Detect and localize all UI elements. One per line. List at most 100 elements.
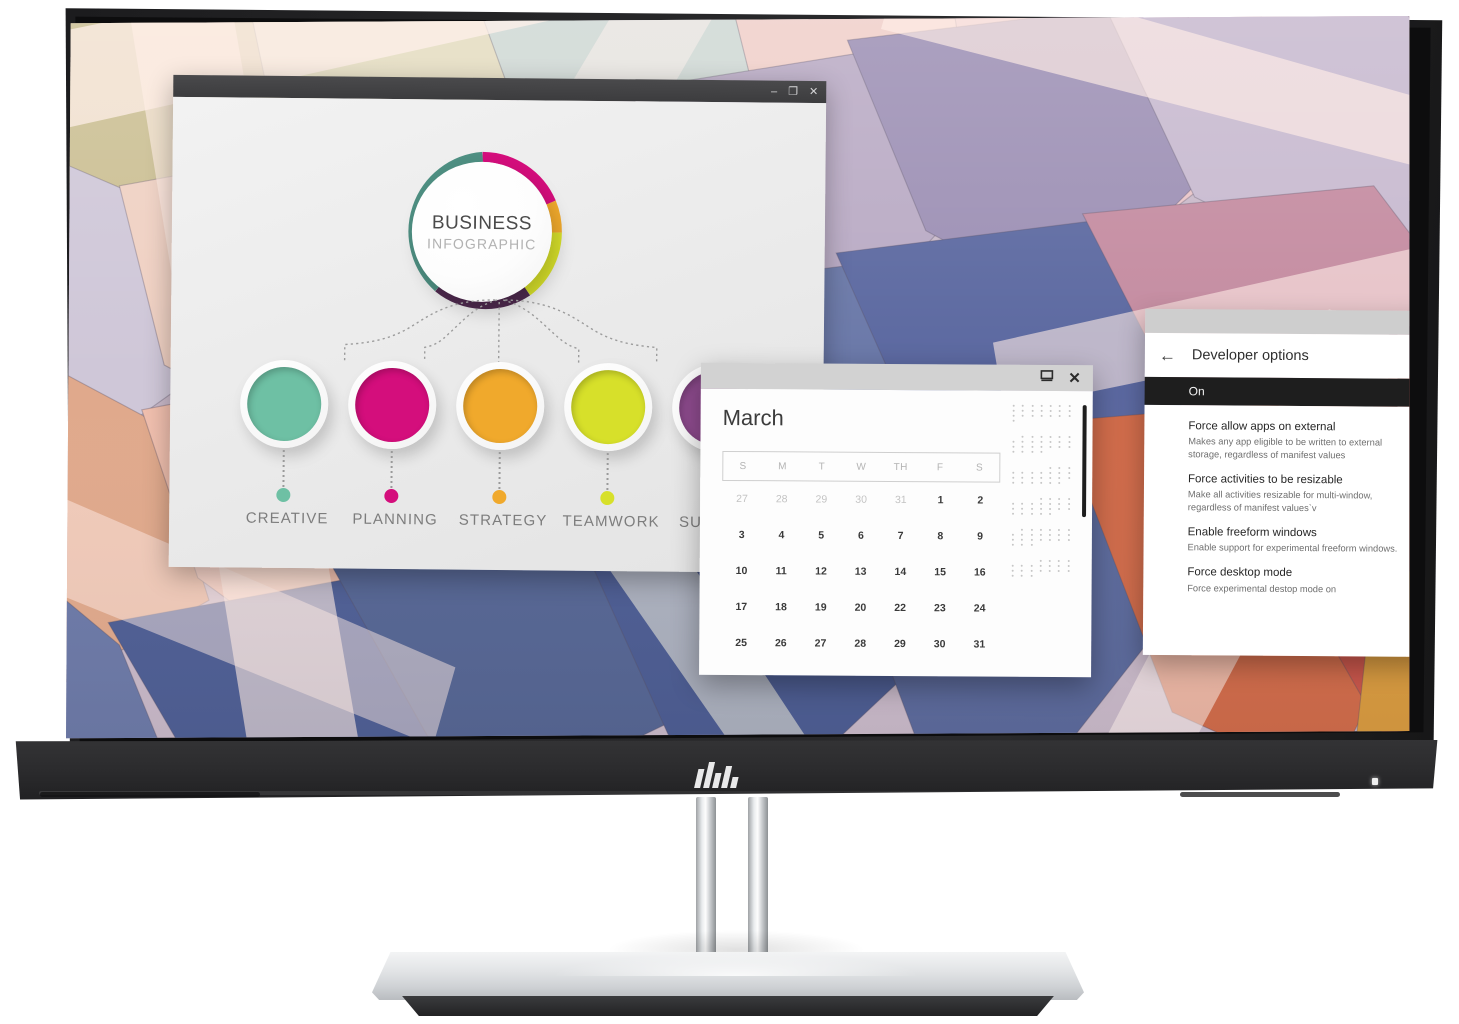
node-dot — [492, 489, 507, 505]
developer-master-toggle-banner[interactable]: On — [1144, 376, 1410, 408]
node-disc-outer — [563, 362, 653, 452]
calendar-day-cell[interactable]: 19 — [801, 601, 841, 614]
infographic-center-ring: BUSINESS INFOGRAPHIC — [397, 147, 567, 317]
dot-pattern-block — [1012, 404, 1075, 422]
node-stem — [390, 450, 393, 491]
node-disc — [354, 367, 430, 443]
calendar-day-cell[interactable]: 20 — [841, 602, 881, 614]
calendar-day-cell[interactable]: 14 — [880, 566, 920, 578]
developer-setting-row[interactable]: Force desktop mode Force experimental des… — [1143, 559, 1409, 602]
calendar-day-cell[interactable]: 15 — [920, 566, 960, 578]
calendar-day-cell[interactable]: 2 — [960, 494, 1000, 506]
minimize-icon[interactable]: – — [771, 85, 777, 97]
calendar-day-cell[interactable]: 30 — [920, 638, 960, 650]
infographic-subtitle: INFOGRAPHIC — [427, 234, 537, 252]
node-dot — [384, 488, 399, 504]
hp-monitor: – ❐ ✕ BUSINESS INFOGRAPHIC CREATIVE PLAN… — [0, 0, 1459, 800]
setting-summary: Make all activities resizable for multi-… — [1187, 489, 1373, 513]
calendar-day-cell[interactable]: 25 — [721, 637, 761, 649]
calendar-day-cell[interactable]: 13 — [841, 566, 881, 578]
calendar-weekday-header: S M T W TH F S — [722, 450, 1001, 483]
calendar-week-row: 17 18 19 20 22 23 24 — [721, 589, 999, 627]
node-stem — [498, 452, 501, 493]
close-icon[interactable]: ✕ — [1068, 369, 1081, 387]
back-arrow-icon[interactable]: ← — [1159, 346, 1176, 365]
calendar-day-cell[interactable]: 23 — [920, 602, 960, 614]
infographic-node-planning[interactable]: PLANNING — [347, 360, 445, 528]
infographic-hub: BUSINESS INFOGRAPHIC — [411, 161, 553, 303]
setting-text: Force activities to be resizable Make all… — [1187, 472, 1410, 514]
calendar-day-cell[interactable]: 28 — [762, 493, 802, 505]
calendar-day-cell[interactable]: 6 — [841, 530, 881, 542]
calendar-day-cell[interactable]: 9 — [960, 530, 1000, 542]
calendar-day-cell[interactable]: 31 — [881, 494, 921, 506]
setting-title: Enable freeform windows — [1187, 526, 1317, 539]
calendar-body: March S M T W TH F S 27 28 29 30 31 1 2 3 4 5 6 7 8 9 10 11 12… — [699, 388, 1093, 678]
calendar-day-cell[interactable]: 28 — [840, 638, 880, 650]
calendar-window[interactable]: ✕ March S M T W TH F S 27 28 29 30 31 1 2 3 4 5 6 7 8 9 10 11… — [699, 362, 1093, 678]
master-state-label: On — [1188, 384, 1205, 399]
calendar-week-row: 3456789 — [722, 517, 1000, 555]
calendar-day-cell[interactable]: 16 — [960, 566, 1000, 578]
developer-options-window[interactable]: ✕ ← Developer options On Force allow app… — [1142, 308, 1410, 658]
dot-pattern-block — [1011, 559, 1074, 577]
node-dot — [276, 487, 291, 503]
calendar-day-cell[interactable]: 18 — [761, 601, 801, 613]
calendar-day-cell[interactable]: 30 — [841, 494, 881, 506]
decorative-dot-patterns — [1011, 404, 1075, 591]
calendar-day-cell[interactable]: 10 — [722, 565, 762, 577]
maximize-icon[interactable]: ❐ — [788, 85, 798, 97]
calendar-grid: S M T W TH F S 27 28 29 30 31 1 2 3 4 5 6 7 8 9 10 11 12 13 14 15… — [721, 450, 1001, 663]
developer-setting-row[interactable]: Force activities to be resizable Make all… — [1144, 466, 1410, 521]
node-disc — [246, 366, 322, 442]
setting-title: Force desktop mode — [1187, 566, 1293, 580]
calendar-scrollbar[interactable] — [1082, 405, 1087, 518]
calendar-day-cell[interactable]: 17 — [721, 601, 761, 613]
calendar-day-cell[interactable]: 8 — [920, 530, 960, 542]
dot-pattern-block — [1011, 528, 1074, 546]
calendar-weekday-1: M — [778, 460, 787, 472]
restore-icon[interactable] — [1040, 369, 1054, 387]
calendar-day-cell[interactable]: 7 — [881, 530, 921, 542]
node-disc — [462, 368, 538, 444]
calendar-day-cell[interactable]: 4 — [762, 529, 802, 541]
calendar-day-cell[interactable]: 29 — [802, 493, 842, 506]
base-gloss-highlight — [556, 954, 916, 976]
setting-summary: Force experimental destop mode on — [1187, 583, 1337, 595]
node-disc-outer — [347, 360, 437, 450]
dot-pattern-block — [1012, 466, 1074, 485]
calendar-day-cell[interactable]: 12 — [801, 565, 841, 578]
calendar-day-cell[interactable]: 24 — [960, 602, 1000, 614]
hp-logo-icon — [694, 754, 756, 788]
calendar-day-cell[interactable]: 26 — [761, 637, 801, 649]
infographic-node-creative[interactable]: CREATIVE — [239, 359, 337, 527]
chin-vent-left — [40, 792, 260, 797]
calendar-day-cell[interactable]: 3 — [722, 529, 762, 541]
calendar-titlebar[interactable]: ✕ — [700, 362, 1093, 392]
calendar-day-cell[interactable]: 11 — [761, 565, 801, 577]
chin-vent-right — [1180, 792, 1340, 797]
developer-header: ← Developer options — [1144, 332, 1410, 380]
node-dot — [600, 490, 615, 506]
developer-titlebar[interactable]: ✕ — [1145, 308, 1410, 336]
node-disc-outer — [239, 359, 329, 449]
calendar-day-cell[interactable]: 22 — [880, 602, 920, 614]
infographic-node-teamwork[interactable]: TEAMWORK — [562, 362, 661, 531]
infographic-title: BUSINESS — [431, 211, 533, 234]
calendar-day-cell[interactable]: 5 — [801, 529, 841, 542]
calendar-day-cell[interactable]: 27 — [801, 637, 841, 650]
calendar-day-cell[interactable]: 27 — [722, 493, 762, 505]
calendar-day-cell[interactable]: 1 — [921, 494, 961, 506]
calendar-day-cell[interactable]: 29 — [880, 638, 920, 650]
close-icon[interactable]: ✕ — [809, 85, 818, 97]
infographic-node-strategy[interactable]: STRATEGY — [455, 361, 553, 529]
calendar-day-cell[interactable]: 31 — [959, 638, 999, 650]
node-disc-outer — [455, 361, 545, 451]
developer-setting-row[interactable]: Enable freeform windows Enable support fo… — [1143, 519, 1409, 562]
setting-summary: Enable support for experimental freeform… — [1187, 542, 1398, 554]
node-disc — [570, 369, 646, 445]
calendar-weekday-3: W — [856, 461, 867, 473]
developer-setting-row[interactable]: Force allow apps on external Makes any ap… — [1144, 413, 1409, 468]
connector-lines — [343, 299, 658, 364]
monitor-base-underside — [402, 996, 1054, 1016]
